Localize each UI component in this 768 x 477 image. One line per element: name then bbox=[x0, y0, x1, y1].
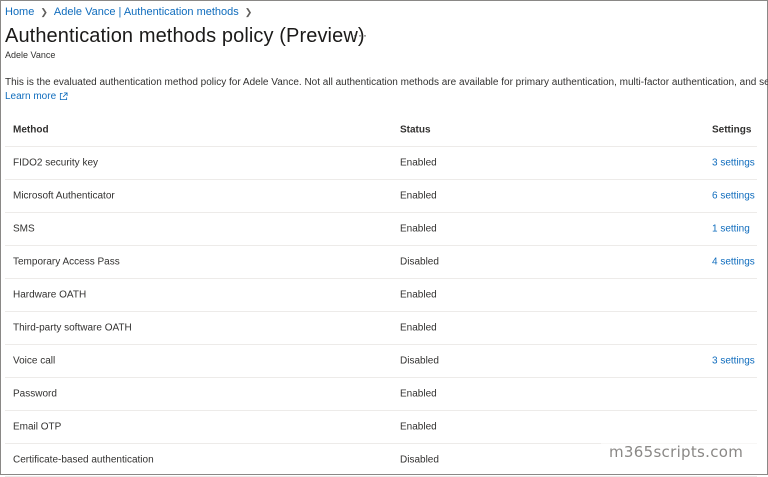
chevron-right-icon: ❯ bbox=[244, 6, 253, 17]
watermark: m365scripts.com bbox=[609, 443, 744, 461]
table-row[interactable]: Temporary Access Pass Disabled 4 settings bbox=[5, 246, 757, 279]
method-name: Voice call bbox=[13, 355, 56, 367]
method-name: Microsoft Authenticator bbox=[13, 190, 115, 202]
page-subtitle: Adele Vance bbox=[5, 50, 56, 60]
page-title: Authentication methods policy (Preview) bbox=[5, 25, 365, 47]
method-name: Temporary Access Pass bbox=[13, 256, 120, 268]
method-name: Hardware OATH bbox=[13, 289, 87, 301]
method-name: Password bbox=[13, 388, 57, 400]
learn-more-label: Learn more bbox=[5, 91, 57, 102]
chevron-right-icon: ❯ bbox=[40, 6, 48, 17]
settings-link[interactable]: 3 settings bbox=[712, 356, 755, 367]
table-row[interactable]: SMS Enabled 1 setting bbox=[5, 213, 757, 246]
method-status: Disabled bbox=[400, 256, 439, 268]
method-name: Third-party software OATH bbox=[13, 322, 132, 334]
method-status: Enabled bbox=[400, 223, 437, 235]
table-row[interactable]: Password Enabled bbox=[5, 378, 757, 411]
method-name: SMS bbox=[13, 223, 35, 235]
settings-link[interactable]: 3 settings bbox=[712, 158, 755, 169]
table-row[interactable]: Hardware OATH Enabled bbox=[5, 279, 757, 312]
more-options-button[interactable]: ··· bbox=[353, 28, 368, 42]
method-status: Enabled bbox=[400, 388, 437, 400]
table-row[interactable]: Third-party software OATH Enabled bbox=[5, 312, 757, 345]
settings-link[interactable]: 4 settings bbox=[712, 257, 755, 268]
learn-more-link[interactable]: Learn more bbox=[5, 91, 68, 102]
method-name: FIDO2 security key bbox=[13, 157, 99, 169]
column-header-settings[interactable]: Settings bbox=[712, 125, 751, 136]
table-header-row: Method Status Settings bbox=[5, 114, 757, 147]
method-status: Enabled bbox=[400, 322, 437, 334]
table-row[interactable]: Voice call Disabled 3 settings bbox=[5, 345, 757, 378]
method-status: Disabled bbox=[400, 454, 439, 466]
method-status: Enabled bbox=[400, 421, 437, 433]
table-row[interactable]: FIDO2 security key Enabled 3 settings bbox=[5, 147, 757, 180]
external-link-icon bbox=[60, 92, 68, 101]
settings-link[interactable]: 6 settings bbox=[712, 191, 755, 202]
column-header-status[interactable]: Status bbox=[400, 125, 431, 136]
method-name: Email OTP bbox=[13, 421, 62, 433]
breadcrumb-home-link[interactable]: Home bbox=[5, 6, 34, 18]
breadcrumb-user-auth-methods-link[interactable]: Adele Vance | Authentication methods bbox=[54, 6, 239, 18]
method-status: Enabled bbox=[400, 289, 437, 301]
column-header-method[interactable]: Method bbox=[13, 125, 49, 136]
table-row[interactable]: Microsoft Authenticator Enabled 6 settings bbox=[5, 180, 757, 213]
method-status: Enabled bbox=[400, 157, 437, 169]
method-status: Enabled bbox=[400, 190, 437, 202]
method-status: Disabled bbox=[400, 355, 439, 367]
policy-description: This is the evaluated authentication met… bbox=[5, 77, 768, 88]
method-name: Certificate-based authentication bbox=[13, 454, 154, 466]
breadcrumb: Home ❯ Adele Vance | Authentication meth… bbox=[5, 6, 252, 18]
auth-methods-table: Method Status Settings FIDO2 security ke… bbox=[5, 114, 757, 477]
settings-link[interactable]: 1 setting bbox=[712, 224, 750, 235]
